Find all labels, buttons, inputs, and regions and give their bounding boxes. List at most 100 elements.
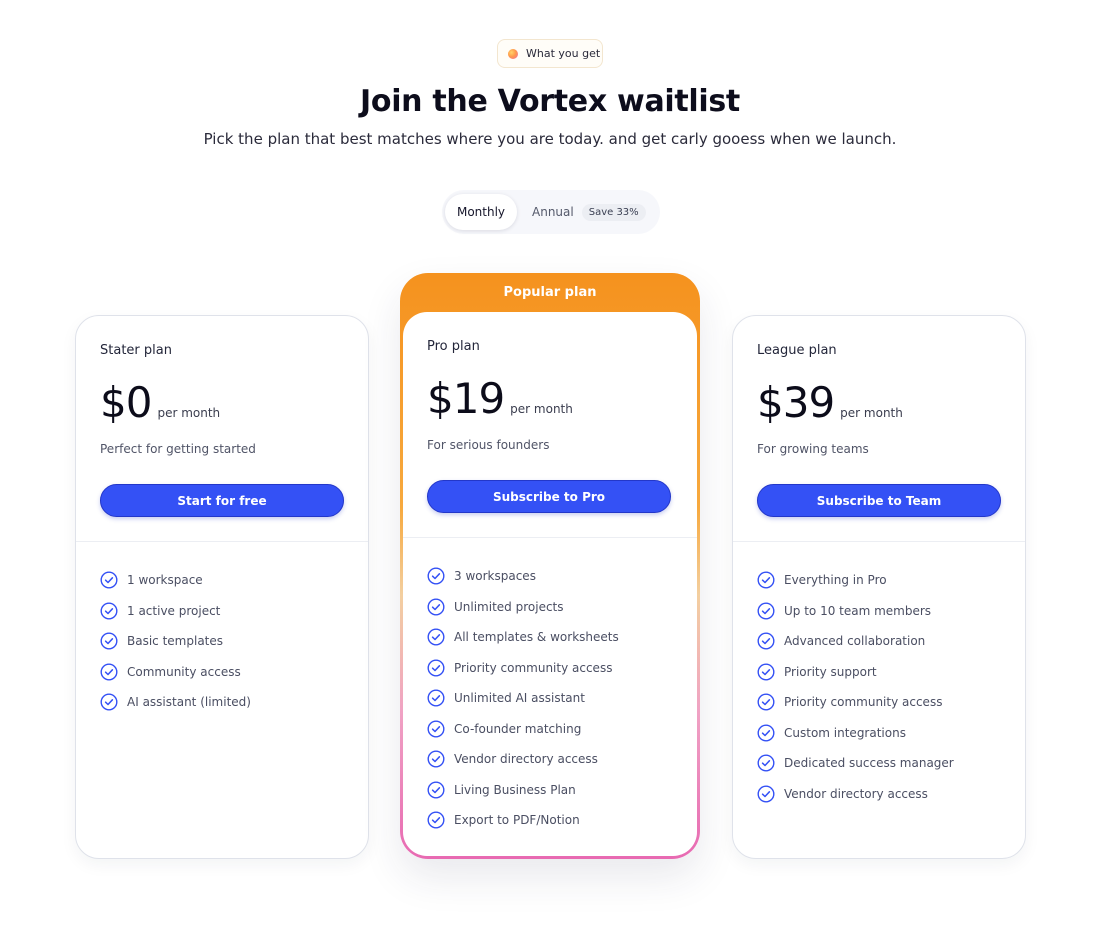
feature-label: Advanced collaboration [784, 634, 926, 649]
feature-label: 1 workspace [127, 573, 203, 588]
feature-item: Up to 10 team members [757, 596, 954, 627]
feature-list: Everything in Pro Up to 10 team members Ad… [757, 565, 954, 809]
check-circle-icon [757, 754, 775, 772]
check-circle-icon [427, 689, 445, 707]
check-circle-icon [427, 628, 445, 646]
billing-monthly-option[interactable]: Monthly [445, 194, 517, 230]
feature-label: Basic templates [127, 634, 224, 649]
check-circle-icon [757, 785, 775, 803]
check-circle-icon [427, 750, 445, 768]
check-circle-icon [100, 663, 118, 681]
section-badge: What you get [497, 39, 603, 68]
feature-label: Everything in Pro [784, 573, 887, 588]
plan-name: Stater plan [100, 343, 172, 358]
feature-item: Community access [100, 657, 251, 688]
check-circle-icon [427, 598, 445, 616]
plan-card-league: League plan $39 per month For growing te… [732, 315, 1026, 859]
gradient-dot-icon [508, 48, 518, 59]
feature-item: Priority community access [427, 653, 619, 684]
feature-item: Co-founder matching [427, 714, 619, 745]
popular-plan-badge: Popular plan [503, 285, 597, 300]
feature-list: 1 workspace 1 active project Basic templat… [100, 565, 251, 718]
feature-label: AI assistant (limited) [127, 695, 251, 710]
card-divider [76, 541, 368, 542]
plan-card-pro-body: Pro plan $19 per month For serious found… [403, 312, 697, 856]
price-period: per month [510, 402, 573, 416]
save-badge: Save 33% [581, 203, 646, 221]
feature-label: Up to 10 team members [784, 603, 932, 618]
price-period: per month [157, 406, 221, 420]
check-circle-icon [757, 602, 775, 620]
feature-label: Unlimited AI assistant [454, 691, 585, 706]
feature-label: 1 active project [127, 603, 221, 618]
feature-item: All templates & worksheets [427, 622, 619, 653]
feature-item: Dedicated success manager [757, 748, 954, 779]
plan-name: League plan [757, 343, 837, 358]
feature-item: Unlimited AI assistant [427, 683, 619, 714]
page-title: Join the Vortex waitlist [360, 84, 740, 119]
feature-item: Export to PDF/Notion [427, 805, 619, 836]
feature-label: Vendor directory access [784, 786, 928, 801]
subscribe-team-button[interactable]: Subscribe to Team [757, 484, 1001, 517]
subscribe-pro-button[interactable]: Subscribe to Pro [427, 480, 671, 513]
plan-price: $39 [757, 378, 835, 427]
feature-item: Custom integrations [757, 718, 954, 749]
check-circle-icon [757, 724, 775, 742]
check-circle-icon [427, 811, 445, 829]
feature-list: 3 workspaces Unlimited projects All templa… [427, 561, 619, 836]
billing-annual-option[interactable]: Annual Save 33% [517, 194, 646, 230]
feature-label: Vendor directory access [454, 752, 598, 767]
check-circle-icon [100, 571, 118, 589]
check-circle-icon [100, 602, 118, 620]
card-divider [733, 541, 1025, 542]
billing-annual-label: Annual [532, 205, 574, 219]
feature-label: Unlimited projects [454, 599, 564, 614]
feature-label: All templates & worksheets [454, 630, 619, 645]
feature-item: Unlimited projects [427, 592, 619, 623]
plan-description: Perfect for getting started [100, 442, 256, 456]
price-row: $19 per month [427, 374, 573, 423]
price-period: per month [840, 406, 903, 420]
feature-label: Priority community access [784, 695, 943, 710]
plan-price: $0 [100, 378, 152, 427]
start-free-button[interactable]: Start for free [100, 484, 344, 517]
feature-label: Custom integrations [784, 725, 906, 740]
feature-item: Priority support [757, 657, 954, 688]
check-circle-icon [100, 693, 118, 711]
feature-label: Co-founder matching [454, 721, 582, 736]
feature-item: Living Business Plan [427, 775, 619, 806]
feature-label: Priority community access [454, 660, 613, 675]
feature-label: Export to PDF/Notion [454, 813, 580, 828]
check-circle-icon [100, 632, 118, 650]
billing-monthly-label: Monthly [456, 205, 506, 219]
feature-label: 3 workspaces [454, 569, 536, 584]
check-circle-icon [757, 632, 775, 650]
check-circle-icon [427, 781, 445, 799]
feature-item: Basic templates [100, 626, 251, 657]
section-badge-label: What you get [526, 47, 601, 60]
check-circle-icon [427, 567, 445, 585]
feature-label: Community access [127, 664, 241, 679]
feature-item: Everything in Pro [757, 565, 954, 596]
card-divider [403, 537, 697, 538]
check-circle-icon [757, 571, 775, 589]
feature-item: Vendor directory access [757, 779, 954, 810]
plan-description: For growing teams [757, 442, 869, 456]
check-circle-icon [757, 693, 775, 711]
feature-item: AI assistant (limited) [100, 687, 251, 718]
plan-card-pro: Popular plan Pro plan $19 per month For … [400, 273, 700, 859]
check-circle-icon [427, 720, 445, 738]
plan-name: Pro plan [427, 339, 480, 354]
feature-label: Priority support [784, 664, 877, 679]
feature-item: 1 active project [100, 596, 251, 627]
feature-item: 3 workspaces [427, 561, 619, 592]
feature-label: Living Business Plan [454, 782, 576, 797]
plan-price: $19 [427, 374, 505, 423]
page-subtitle: Pick the plan that best matches where yo… [203, 130, 897, 148]
feature-item: Vendor directory access [427, 744, 619, 775]
check-circle-icon [757, 663, 775, 681]
plan-description: For serious founders [427, 438, 550, 452]
price-row: $0 per month [100, 378, 220, 427]
feature-label: Dedicated success manager [784, 756, 954, 771]
feature-item: Advanced collaboration [757, 626, 954, 657]
